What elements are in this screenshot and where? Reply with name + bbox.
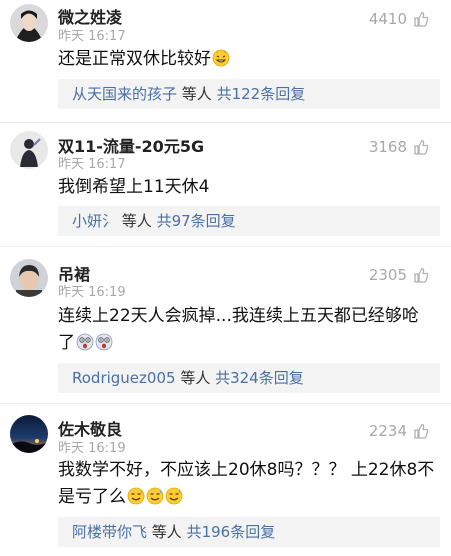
- like-count: 2305: [368, 266, 407, 284]
- comment-text-line: 是亏了么: [58, 487, 126, 507]
- reply-summary[interactable]: Rodriguez005 等人 共324条回复: [58, 363, 440, 393]
- comment-text-line: 我数学不好，不应该上20休8吗？？？ 上22休8不: [58, 460, 435, 480]
- sweat-smile-emoji: [146, 487, 164, 505]
- comment-text: 还是正常双休比较好: [58, 46, 438, 73]
- comment-item: 微之姓凌 昨天 16:17 4410 还是正常双休比较好 从天国来的孩子 等人 …: [0, 0, 451, 123]
- like-count: 2234: [368, 422, 407, 440]
- avatar[interactable]: [10, 415, 48, 453]
- thumbs-up-icon: [414, 139, 429, 155]
- reply-count-link[interactable]: 共97条回复: [157, 212, 236, 230]
- like-button[interactable]: 2234: [369, 422, 429, 440]
- thumbs-up-icon: [414, 267, 429, 283]
- reply-count-link[interactable]: 共196条回复: [187, 523, 276, 541]
- comment-item: 双11-流量-20元5G 昨天 16:17 3168 我倒希望上11天休4 小妍…: [0, 123, 451, 247]
- avatar[interactable]: [10, 259, 48, 297]
- comment-text-line: 了: [58, 333, 75, 353]
- timestamp: 昨天 16:17: [58, 157, 126, 172]
- timestamp: 昨天 16:19: [58, 285, 126, 300]
- reply-summary[interactable]: 阿楼带你飞 等人 共196条回复: [58, 517, 440, 547]
- timestamp: 昨天 16:19: [58, 441, 126, 456]
- reply-summary[interactable]: 小妍氵 等人 共97条回复: [58, 206, 440, 236]
- comment-text: 我倒希望上11天休4: [58, 174, 438, 201]
- comment-text-line-2: 是亏了么: [58, 484, 438, 511]
- reply-separator: 等人: [147, 523, 187, 541]
- avatar[interactable]: [10, 4, 48, 42]
- reply-author-link[interactable]: 阿楼带你飞: [72, 523, 147, 541]
- avatar[interactable]: [10, 131, 48, 169]
- comment-text-line: 连续上22天人会疯掉...我连续上五天都已经够呛: [58, 306, 419, 326]
- sweat-smile-emoji: [165, 487, 183, 505]
- comment-text-line-2: 了: [58, 330, 438, 357]
- reply-separator: 等人: [117, 212, 157, 230]
- reply-summary[interactable]: 从天国来的孩子 等人 共122条回复: [58, 79, 440, 109]
- reply-author-link[interactable]: 小妍氵: [72, 212, 117, 230]
- like-button[interactable]: 3168: [369, 138, 429, 156]
- comment-item: 佐木敬良 昨天 16:19 2234 我数学不好，不应该上20休8吗？？？ 上2…: [0, 404, 451, 556]
- reply-author-link[interactable]: Rodriguez005: [72, 369, 176, 387]
- reply-author-link[interactable]: 从天国来的孩子: [72, 85, 177, 103]
- thumbs-up-icon: [414, 11, 429, 27]
- comment-text-body: 我倒希望上11天休4: [58, 177, 210, 197]
- scared-face-emoji: [76, 333, 94, 351]
- reply-count-link[interactable]: 共122条回复: [217, 85, 306, 103]
- reply-separator: 等人: [175, 369, 216, 387]
- like-button[interactable]: 2305: [369, 266, 429, 284]
- grinning-face-emoji: [212, 49, 230, 67]
- like-count: 4410: [368, 10, 407, 28]
- like-count: 3168: [368, 138, 407, 156]
- timestamp: 昨天 16:17: [58, 29, 126, 44]
- comment-text-body: 还是正常双休比较好: [58, 49, 211, 69]
- reply-separator: 等人: [177, 85, 217, 103]
- sweat-smile-emoji: [127, 487, 145, 505]
- comment-text: 我数学不好，不应该上20休8吗？？？ 上22休8不 是亏了么: [58, 457, 438, 511]
- comment-text: 连续上22天人会疯掉...我连续上五天都已经够呛 了: [58, 303, 438, 357]
- comment-item: 吊裙 昨天 16:19 2305 连续上22天人会疯掉...我连续上五天都已经够…: [0, 247, 451, 404]
- like-button[interactable]: 4410: [369, 10, 429, 28]
- thumbs-up-icon: [414, 423, 429, 439]
- reply-count-link[interactable]: 共324条回复: [215, 369, 304, 387]
- scared-face-emoji: [95, 333, 113, 351]
